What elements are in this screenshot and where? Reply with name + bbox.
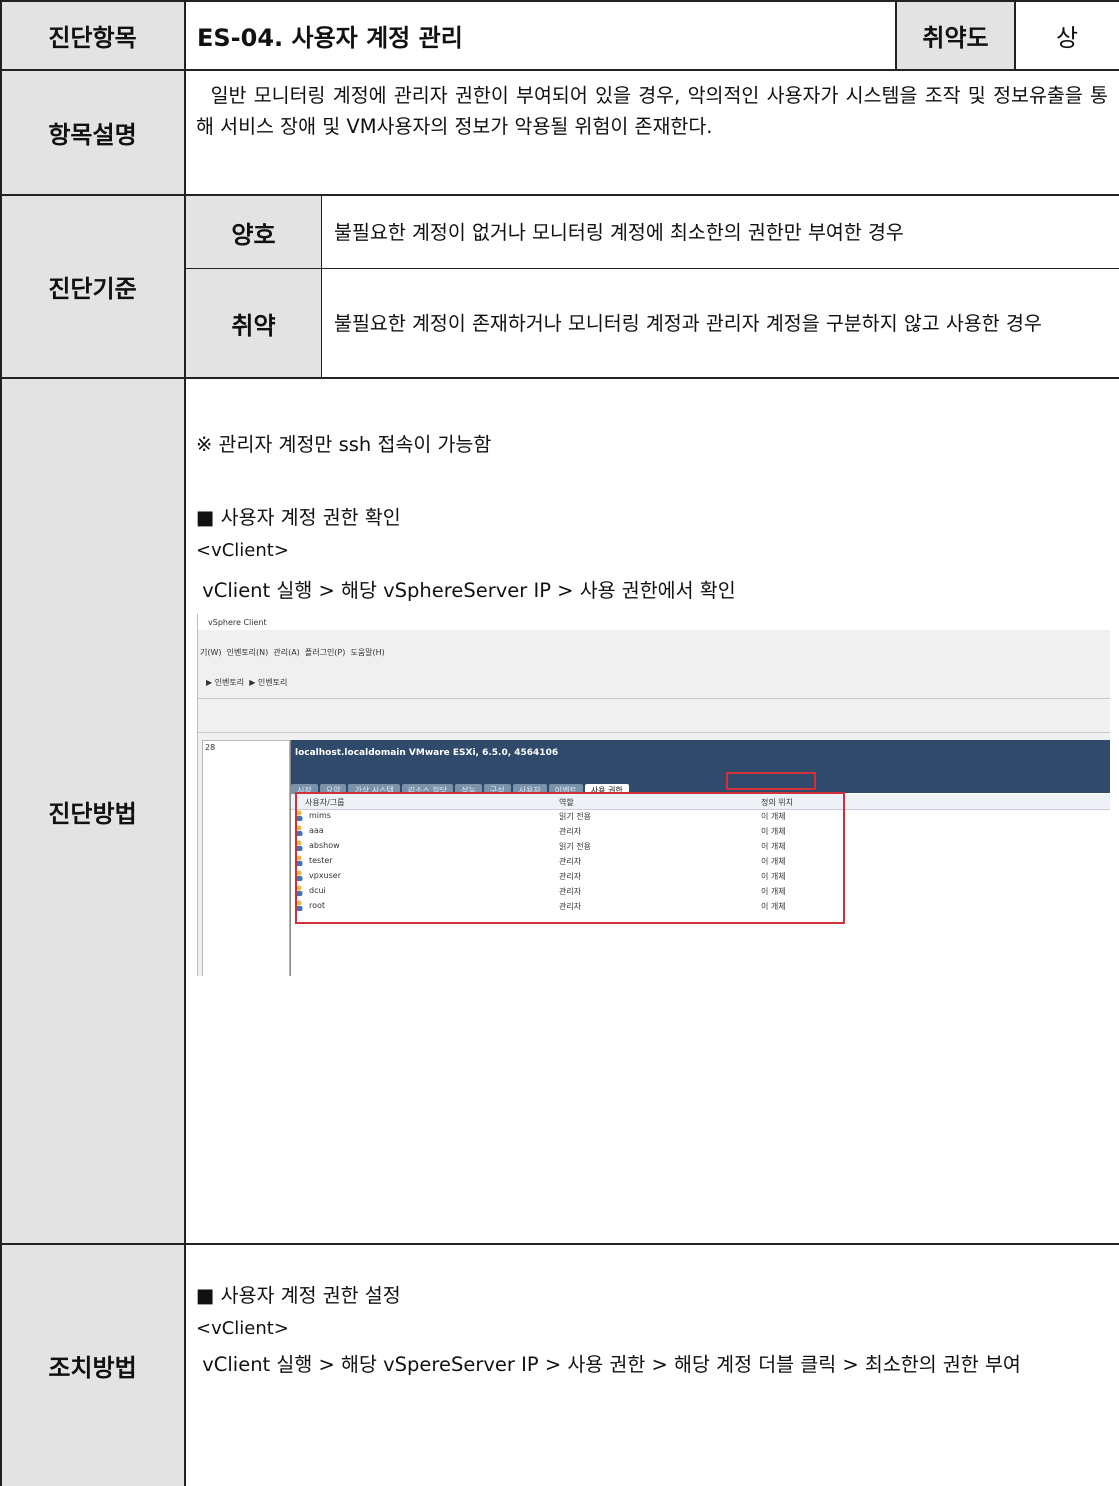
window-title: vSphere Client bbox=[208, 618, 267, 627]
border-left bbox=[0, 0, 2, 1486]
severity-value: 상 bbox=[1055, 23, 1079, 52]
method-path: vClient 실행 > 해당 vSphereServer IP > 사용 권한… bbox=[196, 579, 736, 602]
divider-criteria-col bbox=[321, 195, 322, 378]
detail-pane: localhost.localdomain VMware ESXi, 6.5.0… bbox=[290, 740, 1110, 976]
method-note: ※ 관리자 계정만 ssh 접속이 가능함 bbox=[196, 433, 492, 456]
border-top bbox=[0, 0, 1119, 2]
document-sheet: 진단항목 취약도 항목설명 진단기준 양호 취약 진단방법 조치방법 ES-04… bbox=[0, 0, 1119, 1486]
label-action: 조치방법 bbox=[0, 1244, 185, 1486]
divider-criteria-mid bbox=[185, 268, 1119, 269]
label-criteria: 진단기준 bbox=[0, 195, 185, 378]
action-client: <vClient> bbox=[196, 1318, 289, 1339]
toolbar-divider bbox=[198, 698, 1110, 699]
action-bullet: ■ 사용자 계정 권한 설정 bbox=[196, 1284, 401, 1307]
label-diagnosis-item: 진단항목 bbox=[0, 0, 185, 70]
inventory-tree[interactable]: 28 bbox=[202, 740, 290, 976]
divider-row-1 bbox=[0, 69, 1119, 71]
label-severity: 취약도 bbox=[896, 0, 1015, 70]
item-title: ES-04. 사용자 계정 관리 bbox=[197, 23, 463, 52]
divider-row-4 bbox=[0, 1243, 1119, 1245]
divider-label-col bbox=[184, 0, 186, 1486]
label-description: 항목설명 bbox=[0, 70, 185, 195]
toolbar-divider-2 bbox=[198, 732, 1110, 733]
method-bullet: ■ 사용자 계정 권한 확인 bbox=[196, 506, 401, 529]
label-method: 진단방법 bbox=[0, 378, 185, 1244]
label-good: 양호 bbox=[185, 195, 322, 269]
list-highlight bbox=[295, 792, 845, 924]
action-path: vClient 실행 > 해당 vSpereServer IP > 사용 권한 … bbox=[196, 1353, 1021, 1376]
menu-text: 기(W) 인벤토리(N) 관리(A) 플러그인(P) 도움말(H) bbox=[200, 648, 385, 657]
breadcrumb: ▶ 인벤토리 ▶ 인벤토리 bbox=[206, 678, 288, 687]
divider-row-2 bbox=[0, 194, 1119, 196]
vsphere-screenshot: vSphere Client 기(W) 인벤토리(N) 관리(A) 플러그인(P… bbox=[197, 614, 1110, 976]
description-text: 일반 모니터링 계정에 관리자 권한이 부여되어 있을 경우, 악의적인 사용자… bbox=[196, 84, 1108, 138]
divider-severity-left bbox=[895, 0, 897, 70]
method-client: <vClient> bbox=[196, 540, 289, 561]
good-text: 불필요한 계정이 없거나 모니터링 계정에 최소한의 권한만 부여한 경우 bbox=[334, 220, 904, 244]
window-titlebar bbox=[198, 614, 1110, 630]
bad-text: 불필요한 계정이 존재하거나 모니터링 계정과 관리자 계정을 구분하지 않고 … bbox=[334, 312, 1042, 335]
tree-number: 28 bbox=[205, 743, 216, 752]
host-title: localhost.localdomain VMware ESXi, 6.5.0… bbox=[295, 748, 559, 758]
tab-highlight bbox=[726, 772, 816, 790]
divider-severity-right bbox=[1014, 0, 1016, 70]
divider-row-3 bbox=[0, 377, 1119, 379]
label-bad: 취약 bbox=[185, 269, 322, 378]
